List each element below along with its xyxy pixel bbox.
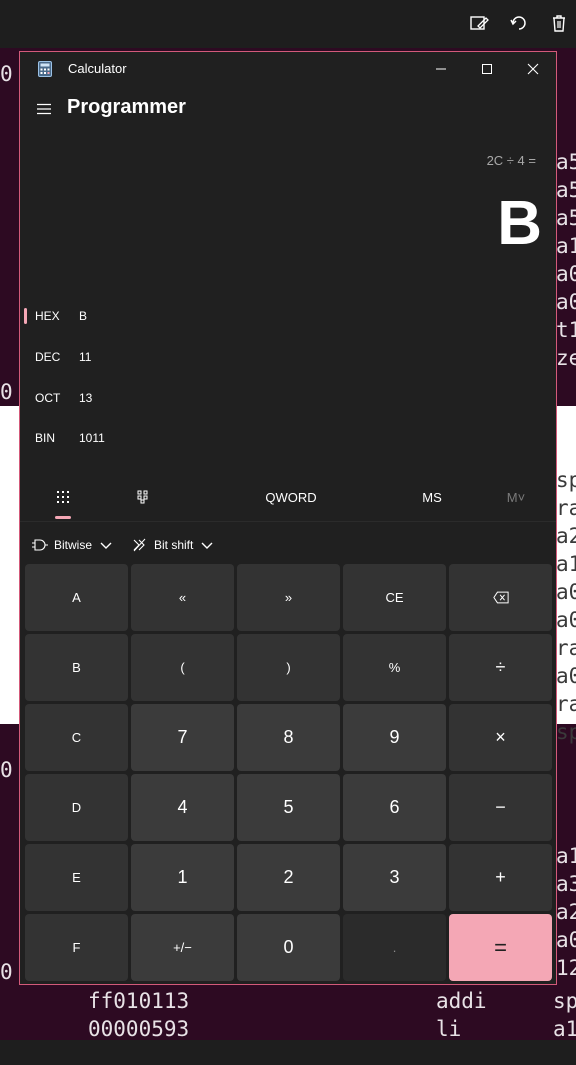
key-8[interactable]: 8 — [237, 704, 340, 771]
chevron-down-icon — [201, 542, 213, 549]
key-close-paren[interactable]: ) — [237, 634, 340, 701]
key-0[interactable]: 0 — [237, 914, 340, 981]
hamburger-menu-icon[interactable] — [32, 97, 56, 121]
backspace-icon — [492, 591, 509, 604]
backspace-button[interactable] — [449, 564, 552, 631]
bg-right-col: a5 a5 a5 a1 a0 a0 t1 ze — [556, 150, 576, 370]
key-equals[interactable]: = — [449, 914, 552, 981]
bit-shift-icon — [133, 538, 146, 552]
key-a[interactable]: A — [25, 564, 128, 631]
radix-value: B — [79, 309, 88, 323]
rotate-icon[interactable] — [508, 12, 530, 34]
key-c[interactable]: C — [25, 704, 128, 771]
key-2[interactable]: 2 — [237, 844, 340, 911]
edit-image-icon[interactable] — [468, 12, 490, 34]
window-title: Calculator — [68, 61, 127, 76]
expression-display: 2C ÷ 4 = — [486, 153, 536, 168]
key-open-paren[interactable]: ( — [131, 634, 234, 701]
key-1[interactable]: 1 — [131, 844, 234, 911]
bit-toggle-keypad-button[interactable] — [126, 472, 160, 522]
key-left-shift[interactable]: « — [131, 564, 234, 631]
key-subtract[interactable]: − — [449, 774, 552, 841]
key-6[interactable]: 6 — [343, 774, 446, 841]
bg-left-fragment: 0 — [0, 380, 13, 404]
app-header: Programmer — [20, 92, 556, 128]
host-bottom-bar — [0, 1040, 576, 1065]
bg-op: addi — [436, 989, 487, 1013]
radix-label: HEX — [35, 309, 60, 323]
result-display: B — [497, 189, 542, 258]
key-f[interactable]: F — [25, 914, 128, 981]
key-percent[interactable]: % — [343, 634, 446, 701]
active-tab-indicator — [55, 516, 71, 519]
radix-dec[interactable]: DEC 11 — [20, 340, 556, 376]
toolbar: QWORD MS M˅ — [20, 472, 556, 522]
radix-oct[interactable]: OCT 13 — [20, 381, 556, 417]
key-decimal[interactable]: . — [343, 914, 446, 981]
key-9[interactable]: 9 — [343, 704, 446, 771]
radix-value: 11 — [79, 350, 92, 364]
bit-shift-label: Bit shift — [154, 538, 194, 552]
memory-store-button[interactable]: MS — [410, 472, 454, 522]
key-multiply[interactable]: × — [449, 704, 552, 771]
close-button[interactable] — [510, 52, 556, 86]
chevron-down-icon — [100, 542, 112, 549]
title-bar[interactable]: Calculator — [20, 52, 556, 86]
maximize-button[interactable] — [464, 52, 510, 86]
radix-label: OCT — [35, 391, 61, 405]
bitwise-label: Bitwise — [54, 538, 93, 552]
key-add[interactable]: + — [449, 844, 552, 911]
calculator-window: Calculator Programmer 2C ÷ 4 = B HEX B D… — [19, 51, 557, 985]
mode-title: Programmer — [67, 96, 186, 118]
key-right-shift[interactable]: » — [237, 564, 340, 631]
key-b[interactable]: B — [25, 634, 128, 701]
bg-left-fragment: 0 — [0, 62, 13, 86]
selection-indicator — [24, 308, 27, 324]
radix-bin[interactable]: BIN 1011 — [20, 421, 556, 457]
bit-shift-dropdown[interactable]: Bit shift — [132, 527, 215, 563]
delete-icon[interactable] — [548, 12, 570, 34]
word-size-button[interactable]: QWORD — [256, 472, 326, 522]
key-d[interactable]: D — [25, 774, 128, 841]
key-negate[interactable]: +/− — [131, 914, 234, 981]
radix-value: 1011 — [79, 431, 105, 445]
memory-recall-dropdown[interactable]: M˅ — [494, 472, 538, 522]
minimize-button[interactable] — [418, 52, 464, 86]
bg-op: li — [436, 1017, 462, 1040]
radix-value: 13 — [79, 391, 93, 405]
bit-keypad-icon — [137, 490, 148, 504]
bitwise-dropdown[interactable]: Bitwise — [32, 527, 114, 563]
key-clear-entry[interactable]: CE — [343, 564, 446, 631]
bg-right-col: sp ra a2 a1 a0 a0 ra a0 ra sp — [556, 468, 576, 744]
host-toolbar — [0, 0, 576, 48]
key-divide[interactable]: ÷ — [449, 634, 552, 701]
bg-code: 00000593 — [88, 1017, 190, 1040]
bg-reg: a1 — [553, 1017, 576, 1040]
keypad-icon — [57, 491, 69, 503]
key-e[interactable]: E — [25, 844, 128, 911]
key-3[interactable]: 3 — [343, 844, 446, 911]
operations-row: Bitwise Bit shift — [20, 527, 556, 563]
key-4[interactable]: 4 — [131, 774, 234, 841]
radix-label: BIN — [35, 431, 56, 445]
bg-left-fragment: 0 — [0, 758, 13, 782]
bg-left-fragment: 0 — [0, 960, 13, 984]
calculator-app-icon — [38, 61, 52, 77]
logic-gate-icon — [32, 539, 48, 551]
bg-code: ff010113 — [88, 989, 190, 1013]
radix-hex[interactable]: HEX B — [20, 299, 556, 335]
key-7[interactable]: 7 — [131, 704, 234, 771]
full-keypad-button[interactable] — [46, 472, 80, 522]
key-5[interactable]: 5 — [237, 774, 340, 841]
bg-reg: sp — [553, 989, 576, 1013]
radix-label: DEC — [35, 350, 61, 364]
